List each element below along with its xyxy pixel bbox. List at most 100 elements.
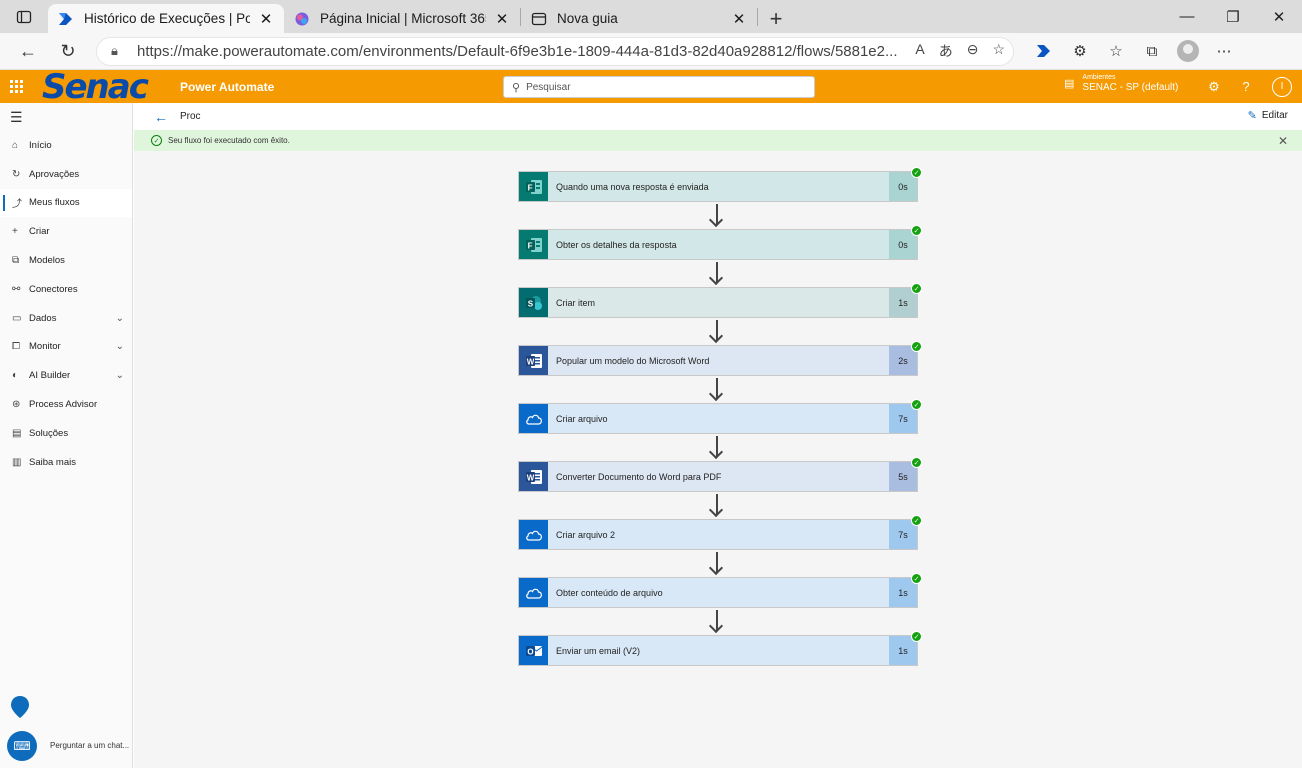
nav-item-dados[interactable]: ▭ Dados ⌄ <box>0 304 132 333</box>
microsoft-365-icon <box>294 11 310 27</box>
address-bar[interactable]: 🔒︎ https://make.powerautomate.com/enviro… <box>96 36 1014 66</box>
environment-picker[interactable]: ▤ Ambientes SENAC - SP (default) <box>1064 74 1178 93</box>
step-title: Criar arquivo <box>556 413 608 424</box>
browser-tabstrip: Histórico de Execuções | Power A ✕ Págin… <box>0 0 1302 33</box>
close-icon[interactable]: ✕ <box>494 10 510 28</box>
step-title: Converter Documento do Word para PDF <box>556 471 722 482</box>
extensions-icon[interactable]: ⚙︎ <box>1062 35 1098 67</box>
close-window-icon[interactable]: ✕ <box>1256 0 1302 33</box>
translate-icon[interactable]: あ <box>939 41 953 61</box>
more-icon[interactable]: ⋯ <box>1206 35 1242 67</box>
back-icon[interactable]: ← <box>8 35 48 67</box>
nav-item-monitor[interactable]: ⧠ Monitor ⌄ <box>0 333 132 362</box>
account-button[interactable]: I <box>1262 70 1302 103</box>
flow-step[interactable]: Obter conteúdo de arquivo 1s ✓ <box>518 573 922 608</box>
app-name[interactable]: Power Automate <box>180 80 274 94</box>
connectors-icon: ⚯ <box>12 283 21 295</box>
connector-arrow <box>716 552 718 572</box>
flow-step[interactable]: Criar arquivo 7s ✓ <box>518 399 922 434</box>
flow-step[interactable]: Criar arquivo 2 7s ✓ <box>518 515 922 550</box>
close-icon[interactable]: ✕ <box>1278 134 1288 148</box>
flow-step[interactable]: W Converter Documento do Word para PDF 5s… <box>518 457 922 492</box>
nav-label: Início <box>29 139 52 151</box>
step-title: Obter os detalhes da resposta <box>556 239 677 250</box>
close-icon[interactable]: ✕ <box>731 10 747 28</box>
tab-actions-icon[interactable] <box>0 0 48 33</box>
onedrive-icon <box>519 578 548 607</box>
back-arrow-icon[interactable]: ← <box>154 109 168 125</box>
chat-label[interactable]: Perguntar a um chat... <box>50 741 129 750</box>
lock-icon[interactable]: 🔒︎ <box>111 43 133 59</box>
flow-step[interactable]: F Quando uma nova resposta é enviada 0s ✓ <box>518 167 922 202</box>
browser-tab[interactable]: Página Inicial | Microsoft 365 ✕ <box>284 4 520 33</box>
help-icon[interactable]: ? <box>1230 70 1262 103</box>
flow-step[interactable]: F Obter os detalhes da resposta 0s ✓ <box>518 225 922 260</box>
connector-arrow <box>716 436 718 456</box>
minimize-icon[interactable]: — <box>1164 0 1210 33</box>
nav-item-meus-fluxos[interactable]: ⤴ Meus fluxos <box>0 188 132 218</box>
collections-icon[interactable]: ⧉ <box>1134 35 1170 67</box>
home-icon: ⌂ <box>12 139 19 151</box>
tab-title: Página Inicial | Microsoft 365 <box>320 11 486 26</box>
nav-label: Aprovações <box>29 168 80 180</box>
profile-icon[interactable] <box>1170 35 1206 67</box>
success-check-icon: ✓ <box>911 515 922 526</box>
nav-label: Saiba mais <box>29 456 76 468</box>
address-bar-actions: A あ ⊖ ☆ <box>915 41 1005 61</box>
browser-tab[interactable]: Nova guia ✕ <box>521 4 757 33</box>
approvals-icon: ↻ <box>12 168 21 180</box>
close-icon[interactable]: ✕ <box>258 10 274 28</box>
main-content: ← Proc ✎ Editar ✓ Seu fluxo foi executad… <box>134 103 1302 768</box>
nav-item-ai-builder[interactable]: ◐ AI Builder ⌄ <box>0 361 132 390</box>
step-title: Obter conteúdo de arquivo <box>556 587 663 598</box>
power-automate-extension-icon[interactable] <box>1026 35 1062 67</box>
connector-arrow <box>716 262 718 282</box>
new-tab-button[interactable]: + <box>758 4 794 33</box>
nav-label: Dados <box>29 312 57 324</box>
refresh-icon[interactable]: ↻ <box>48 35 88 67</box>
nav-item-solucoes[interactable]: ▤ Soluções <box>0 419 132 448</box>
edit-button[interactable]: ✎ Editar <box>1248 109 1288 122</box>
nav-item-process-advisor[interactable]: ⊛ Process Advisor <box>0 390 132 419</box>
senac-logo[interactable]: Senac <box>42 70 154 104</box>
nav-item-inicio[interactable]: ⌂ Início <box>0 131 132 160</box>
tab-title: Histórico de Execuções | Power A <box>84 11 250 26</box>
success-check-icon: ✓ <box>911 399 922 410</box>
svg-text:F: F <box>527 241 532 250</box>
environment-label: Ambientes <box>1082 74 1116 81</box>
read-aloud-icon[interactable]: A <box>915 41 924 61</box>
onedrive-icon <box>519 520 548 549</box>
nav-label: Meus fluxos <box>29 197 80 209</box>
flow-step[interactable]: S Criar item 1s ✓ <box>518 283 922 318</box>
flow-step[interactable]: O Enviar um email (V2) 1s ✓ <box>518 631 922 666</box>
flow-step[interactable]: W Popular um modelo do Microsoft Word 2s … <box>518 341 922 376</box>
chatbot-icon[interactable]: ⌨ <box>7 731 37 761</box>
plus-icon: + <box>12 226 18 238</box>
hamburger-icon[interactable]: ☰ <box>0 103 132 131</box>
step-title: Criar item <box>556 297 596 308</box>
step-title: Criar arquivo 2 <box>556 529 616 540</box>
copilot-bubble-icon[interactable] <box>10 695 30 719</box>
search-input[interactable]: ⚲ Pesquisar <box>503 76 815 98</box>
browser-tab[interactable]: Histórico de Execuções | Power A ✕ <box>48 4 284 33</box>
pencil-icon: ✎ <box>1247 110 1257 122</box>
zoom-icon[interactable]: ⊖ <box>967 41 979 61</box>
restore-icon[interactable]: ❐ <box>1210 0 1256 33</box>
command-bar: ← Proc ✎ Editar <box>134 103 1302 130</box>
chevron-down-icon: ⌄ <box>115 312 124 324</box>
nav-item-modelos[interactable]: ⧉ Modelos <box>0 246 132 275</box>
nav-item-saiba-mais[interactable]: ▥ Saiba mais <box>0 448 132 477</box>
app-launcher-icon[interactable] <box>0 70 32 103</box>
connector-arrow <box>716 204 718 224</box>
favorite-add-icon[interactable]: ☆ <box>992 41 1005 61</box>
nav-item-conectores[interactable]: ⚯ Conectores <box>0 275 132 304</box>
nav-item-aprovacoes[interactable]: ↻ Aprovações <box>0 160 132 189</box>
url-text[interactable]: https://make.powerautomate.com/environme… <box>137 43 907 60</box>
settings-icon[interactable]: ⚙ <box>1198 70 1230 103</box>
svg-text:W: W <box>526 357 534 366</box>
nav-label: Process Advisor <box>29 399 98 411</box>
favorites-icon[interactable]: ☆ <box>1098 35 1134 67</box>
step-title: Enviar um email (V2) <box>556 645 641 656</box>
nav-item-criar[interactable]: + Criar <box>0 217 132 246</box>
forms-icon: F <box>519 230 548 259</box>
